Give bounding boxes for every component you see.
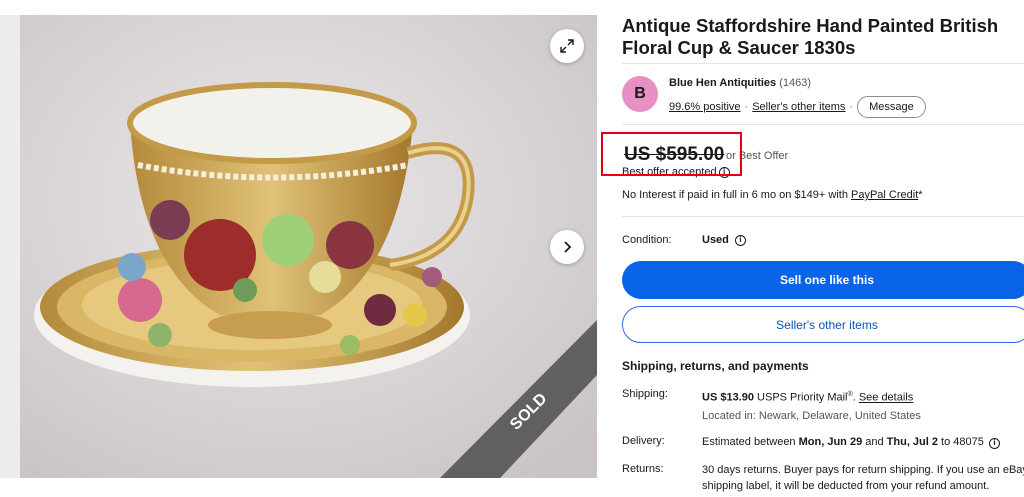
- seller-name-row[interactable]: Blue Hen Antiquities (1463): [669, 77, 811, 89]
- item-title: Antique Staffordshire Hand Painted Briti…: [622, 15, 999, 58]
- shipping-label: Shipping:: [622, 388, 668, 400]
- best-offer-accepted-label: Best offer accepted: [622, 166, 717, 178]
- interest-text: No Interest if paid in full in 6 mo on $…: [622, 189, 851, 201]
- paypal-credit-link[interactable]: PayPal Credit: [851, 189, 918, 201]
- delivery-and: and: [862, 436, 887, 448]
- shipping-price: US $13.90: [702, 391, 754, 404]
- condition-value: Used: [702, 234, 729, 246]
- condition-label: Condition:: [622, 234, 672, 246]
- item-price: US $595.00: [624, 144, 725, 165]
- shipping-details-link[interactable]: See details: [859, 392, 913, 404]
- paypal-credit-offer: No Interest if paid in full in 6 mo on $…: [622, 189, 923, 201]
- previous-image-sliver[interactable]: [0, 15, 20, 478]
- next-image-button[interactable]: [550, 230, 584, 264]
- shipping-service: USPS Priority Mail: [753, 391, 848, 404]
- shipping-section-heading: Shipping, returns, and payments: [622, 359, 809, 373]
- expand-image-button[interactable]: [550, 29, 584, 63]
- info-icon[interactable]: i: [718, 166, 730, 178]
- seller-positive-link[interactable]: 99.6% positive: [669, 101, 741, 113]
- returns-value: 30 days returns. Buyer pays for return s…: [702, 464, 1024, 492]
- sell-one-like-this-button[interactable]: Sell one like this: [622, 261, 1024, 299]
- best-offer-accepted: Best offer accepted i: [622, 166, 730, 178]
- separator-dot: ·: [849, 101, 854, 113]
- returns-label: Returns:: [622, 463, 664, 475]
- delivery-date-start: Mon, Jun 29: [798, 436, 863, 448]
- delivery-value: Estimated between Mon, Jun 29 and Thu, J…: [702, 434, 1024, 450]
- delivery-label: Delivery:: [622, 435, 665, 447]
- separator-dot: ·: [744, 101, 749, 113]
- delivery-zip: to 48075: [938, 436, 984, 448]
- or-best-offer: or Best Offer: [726, 150, 789, 162]
- item-location: Located in: Newark, Delaware, United Sta…: [702, 410, 921, 422]
- seller-links: 99.6% positive · Seller's other items · …: [669, 96, 926, 118]
- expand-icon: [560, 39, 574, 53]
- seller-avatar[interactable]: B: [622, 76, 658, 112]
- seller-feedback-count: (1463): [779, 77, 812, 89]
- info-icon[interactable]: i: [734, 234, 746, 246]
- seller-other-items-link[interactable]: Seller's other items: [752, 101, 845, 113]
- divider: [622, 216, 1024, 217]
- item-details-panel: Antique Staffordshire Hand Painted Briti…: [601, 0, 1024, 497]
- cup-saucer-image: [20, 15, 597, 478]
- condition-value-row: Used i: [702, 234, 746, 246]
- divider: [622, 63, 1024, 64]
- message-button[interactable]: Message: [857, 96, 926, 118]
- divider: [622, 124, 1024, 125]
- info-icon[interactable]: i: [988, 437, 1000, 449]
- product-photo[interactable]: SOLD: [20, 15, 597, 478]
- chevron-right-icon: [564, 241, 572, 253]
- sellers-other-items-button[interactable]: Seller's other items: [622, 306, 1024, 343]
- interest-suffix: *: [918, 189, 923, 201]
- seller-name[interactable]: Blue Hen Antiquities: [669, 77, 776, 89]
- delivery-date-end: Thu, Jul 2: [886, 436, 938, 448]
- delivery-prefix: Estimated between: [702, 436, 799, 448]
- shipping-value: US $13.90 USPS Priority Mail®. See detai…: [702, 387, 1024, 406]
